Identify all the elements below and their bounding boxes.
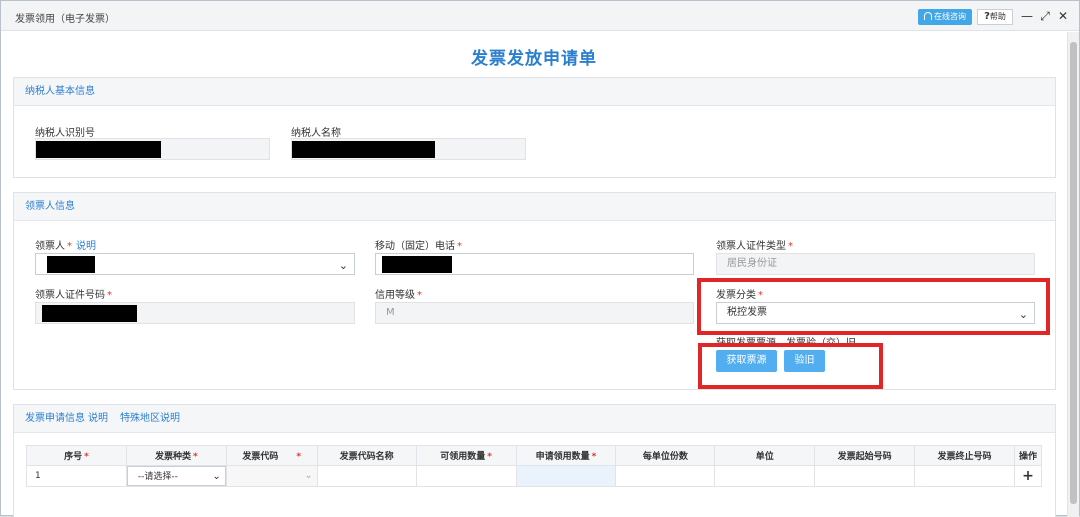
vertical-scrollbar[interactable] — [1067, 32, 1079, 517]
idtype-label-text: 领票人证件类型 — [716, 241, 786, 252]
required-mark: * — [591, 452, 597, 462]
apply-section-header: 发票申请信息 说明 特殊地区说明 — [14, 405, 1055, 433]
receiver-section-title: 领票人信息 — [14, 193, 1055, 221]
chevron-down-icon: ⌄ — [212, 471, 221, 482]
idno-label-text: 领票人证件号码 — [35, 290, 105, 301]
redacted-block — [47, 256, 95, 273]
column-header: 发票终止号码 — [914, 445, 1015, 466]
idno-field — [35, 302, 355, 324]
required-mark: * — [457, 241, 462, 252]
online-consult-button[interactable]: 在线咨询 — [918, 9, 972, 25]
form-content: 发票发放申请单 纳税人基本信息 纳税人识别号 纳税人名称 领票人信息 领票人 * 说… — [1, 32, 1067, 517]
redacted-block — [36, 141, 161, 158]
row-index: 1 — [26, 465, 127, 487]
apply-help-link[interactable]: 说明 — [88, 413, 108, 424]
redacted-block — [382, 256, 452, 273]
column-header-label: 申请领用数量 — [535, 452, 590, 462]
column-header: 序号 * — [26, 445, 127, 466]
redacted-block — [42, 305, 137, 322]
special-region-link[interactable]: 特殊地区说明 — [120, 413, 180, 424]
column-header-label: 可领用数量 — [440, 452, 486, 462]
page-title: 发票发放申请单 — [471, 49, 597, 69]
apply-panel: 发票申请信息 说明 特殊地区说明 序号 * 发票种类 * 发票代码 * 发票代码名称 可领… — [13, 404, 1056, 517]
taxpayer-name-field — [291, 138, 526, 160]
help-button[interactable]: ?帮助 — [977, 9, 1013, 25]
invoice-code-name-cell — [316, 465, 417, 487]
title-bar: 发票领用（电子发票） 在线咨询 ?帮助 — ⤢ ✕ — [1, 1, 1079, 31]
required-mark: * — [296, 452, 302, 462]
highlight-box-category — [697, 278, 1050, 335]
invoice-code-cell: ⌄ — [225, 465, 318, 487]
redacted-block — [292, 141, 435, 158]
close-icon[interactable]: ✕ — [1056, 8, 1070, 24]
apply-section-title: 发票申请信息 — [25, 413, 85, 424]
taxpayer-section-title: 纳税人基本信息 — [14, 78, 1055, 106]
required-mark: * — [107, 290, 112, 301]
column-header: 可领用数量 * — [415, 445, 517, 466]
maximize-icon[interactable]: ⤢ — [1038, 8, 1052, 24]
column-header: 发票代码 * — [225, 445, 318, 466]
dialog-window: 发票领用（电子发票） 在线咨询 ?帮助 — ⤢ ✕ 发票发放申请单 纳税人基本信… — [0, 0, 1080, 517]
credit-label-text: 信用等级 — [375, 290, 415, 301]
available-qty-cell — [415, 465, 517, 487]
receiver-name-select[interactable]: ⌄ — [35, 253, 355, 275]
start-no-cell — [814, 465, 916, 487]
highlight-box-buttons — [698, 343, 883, 389]
idtype-label: 领票人证件类型 * — [716, 237, 793, 252]
column-header-label: 序号 — [64, 452, 83, 462]
phone-label-text: 移动（固定）电话 — [375, 241, 455, 252]
invoice-type-cell: --请选择-- ⌄ — [125, 465, 227, 487]
taxpayer-panel: 纳税人基本信息 纳税人识别号 纳税人名称 — [13, 77, 1056, 178]
chevron-down-icon: ⌄ — [304, 470, 313, 481]
minimize-icon[interactable]: — — [1020, 8, 1034, 24]
column-header: 发票代码名称 — [316, 445, 417, 466]
per-unit-cell — [615, 465, 716, 487]
action-cell: + — [1013, 465, 1043, 487]
apply-table: 序号 * 发票种类 * 发票代码 * 发票代码名称 可领用数量 * 申请领用数量 * 每单… — [26, 445, 1043, 487]
column-header-label: 发票代码 — [242, 452, 279, 462]
taxpayer-id-field — [35, 138, 270, 160]
column-header: 发票起始号码 — [814, 445, 916, 466]
online-consult-label: 在线咨询 — [934, 12, 966, 21]
invoice-type-placeholder: --请选择-- — [137, 472, 178, 482]
receiver-name-label: 领票人 * 说明 — [35, 237, 96, 252]
end-no-cell — [914, 465, 1015, 487]
receiver-help-link[interactable]: 说明 — [76, 241, 96, 252]
invoice-code-select: ⌄ — [227, 466, 317, 486]
column-header-label: 发票种类 — [154, 452, 191, 462]
headset-icon — [924, 12, 932, 20]
chevron-down-icon: ⌄ — [338, 259, 348, 272]
idtype-field: 居民身份证 — [716, 253, 1035, 275]
required-mark: * — [788, 241, 793, 252]
taxpayer-name-label: 纳税人名称 — [291, 128, 341, 139]
required-mark: * — [487, 452, 492, 462]
required-mark: * — [417, 290, 422, 301]
window-title: 发票领用（电子发票） — [15, 14, 115, 25]
column-header: 单位 — [714, 445, 816, 466]
receiver-name-text: 领票人 — [35, 241, 65, 252]
column-header: 发票种类 * — [125, 445, 227, 466]
phone-input[interactable] — [375, 253, 694, 275]
apply-qty-input[interactable] — [515, 465, 617, 487]
phone-label: 移动（固定）电话 * — [375, 237, 462, 252]
column-header: 申请领用数量 * — [515, 445, 617, 466]
scrollbar-thumb[interactable] — [1070, 42, 1077, 504]
table-row: 1 --请选择-- ⌄ ⌄ + — [26, 465, 1043, 487]
unit-cell — [714, 465, 816, 487]
column-header: 操作 — [1013, 445, 1043, 466]
idno-label: 领票人证件号码 * — [35, 286, 112, 301]
column-header: 每单位份数 — [615, 445, 716, 466]
taxpayer-id-label: 纳税人识别号 — [35, 128, 95, 139]
add-row-icon[interactable]: + — [1022, 468, 1034, 484]
invoice-type-select[interactable]: --请选择-- ⌄ — [126, 466, 226, 486]
required-mark: * — [67, 241, 72, 252]
required-mark: * — [192, 452, 198, 462]
credit-field: M — [375, 302, 694, 324]
credit-label: 信用等级 * — [375, 286, 422, 301]
required-mark: * — [84, 452, 89, 462]
help-label: 帮助 — [989, 12, 1006, 21]
